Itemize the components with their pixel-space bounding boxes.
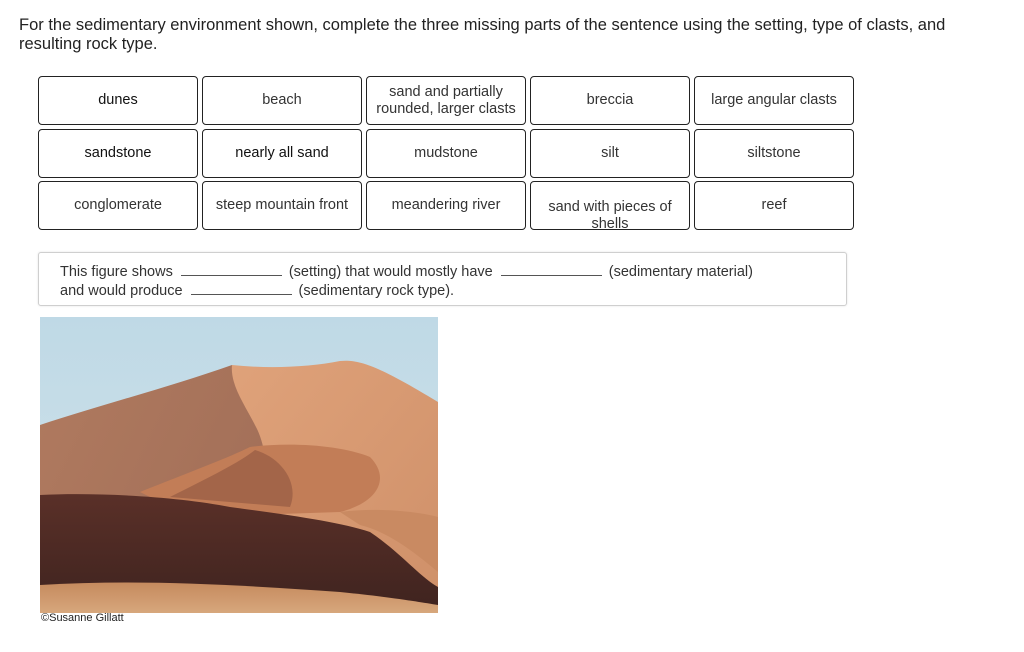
sentence-text-5: (sedimentary rock type).	[298, 283, 455, 299]
answer-tile-dunes[interactable]: dunes	[38, 76, 198, 125]
photo-credit: ©Susanne Gillatt	[41, 612, 124, 624]
answer-tile-steep-mountain-front[interactable]: steep mountain front	[202, 181, 362, 230]
sentence-line-1: This figure shows (setting) that would mo…	[60, 263, 846, 282]
answer-tile-breccia[interactable]: breccia	[530, 76, 690, 125]
answer-tile-beach[interactable]: beach	[202, 76, 362, 125]
sentence-text-2: (setting) that would mostly have	[288, 264, 493, 280]
answer-tile-reef[interactable]: reef	[694, 181, 854, 230]
answer-tile-meandering-river[interactable]: meandering river	[366, 181, 526, 230]
answer-tile-conglomerate[interactable]: conglomerate	[38, 181, 198, 230]
answer-tile-nearly-all-sand[interactable]: nearly all sand	[202, 128, 362, 178]
answer-tile-sand-rounded-clasts[interactable]: sand and partially rounded, larger clast…	[366, 76, 526, 125]
answer-tile-sand-with-shells[interactable]: sand with pieces of shells	[530, 181, 690, 230]
answer-tile-mudstone[interactable]: mudstone	[366, 128, 526, 178]
question-prompt: For the sedimentary environment shown, c…	[19, 16, 946, 53]
sentence-text-4: and would produce	[60, 283, 183, 299]
sentence-line-2: and would produce (sedimentary rock type)…	[60, 282, 846, 301]
blank-sedimentary-material[interactable]	[500, 264, 602, 276]
answer-tile-siltstone[interactable]: siltstone	[694, 128, 854, 178]
sentence-drop-area: This figure shows (setting) that would mo…	[38, 252, 847, 306]
blank-setting[interactable]	[180, 264, 282, 276]
answer-bank: dunes beach sand and partially rounded, …	[38, 76, 854, 230]
answer-tile-silt[interactable]: silt	[530, 128, 690, 178]
sentence-text-3: (sedimentary material)	[608, 264, 753, 280]
sentence-text-1: This figure shows	[60, 264, 173, 280]
dunes-photo	[40, 317, 438, 613]
answer-tile-sandstone[interactable]: sandstone	[38, 128, 198, 178]
dunes-illustration	[40, 317, 438, 613]
blank-rock-type[interactable]	[190, 283, 292, 295]
answer-tile-large-angular-clasts[interactable]: large angular clasts	[694, 76, 854, 125]
